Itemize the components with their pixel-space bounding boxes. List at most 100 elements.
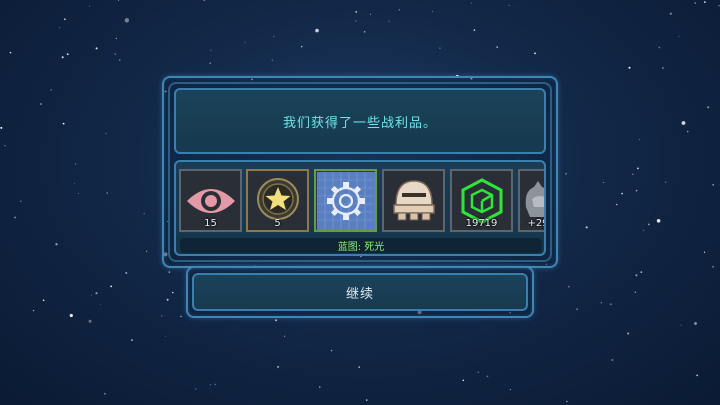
star	[209, 384, 211, 386]
crew-pod-icon	[392, 179, 435, 220]
star	[277, 365, 280, 368]
star	[275, 319, 278, 322]
star	[110, 285, 113, 288]
star	[366, 399, 368, 401]
star	[203, 0, 206, 1]
loot-message: 我们获得了一些战利品。	[282, 115, 437, 131]
star	[508, 4, 510, 6]
star	[95, 292, 98, 295]
star	[124, 18, 130, 23]
star	[640, 271, 643, 274]
star	[703, 251, 706, 253]
star	[656, 219, 661, 223]
star	[166, 298, 169, 301]
star	[95, 47, 98, 50]
star	[146, 250, 148, 252]
star	[534, 52, 536, 55]
reward-slot-blueprint[interactable]	[314, 169, 377, 232]
star	[180, 315, 182, 318]
star	[496, 46, 498, 48]
star	[635, 189, 638, 192]
star	[712, 265, 714, 268]
star	[165, 336, 166, 337]
star	[609, 303, 612, 306]
continue-button[interactable]: 继续	[192, 273, 528, 311]
star	[106, 192, 108, 194]
reward-panel: 15 5 19719 +2 蓝图: 死光	[174, 160, 546, 256]
selected-item-caption-bar: 蓝图: 死光	[180, 238, 542, 253]
star	[473, 29, 476, 31]
star	[0, 126, 3, 129]
star	[398, 9, 400, 11]
star	[477, 371, 479, 373]
star	[358, 366, 360, 368]
star	[432, 10, 434, 12]
star	[648, 223, 650, 226]
star	[678, 35, 680, 37]
star	[273, 36, 275, 38]
reward-count: 15	[204, 218, 217, 229]
star	[271, 59, 273, 61]
reward-slot-green-cube[interactable]: 19719	[450, 169, 513, 232]
star	[119, 59, 121, 61]
star	[355, 20, 357, 22]
star	[696, 374, 699, 377]
star	[634, 291, 637, 293]
star	[114, 53, 117, 55]
star	[64, 18, 66, 21]
star	[32, 310, 35, 312]
selected-item-caption: 蓝图: 死光	[337, 242, 385, 253]
star	[330, 349, 333, 352]
star	[603, 181, 605, 184]
reward-count: +29	[527, 218, 544, 229]
star	[611, 359, 614, 361]
star	[486, 375, 489, 378]
star	[319, 386, 321, 388]
reward-slot-ship[interactable]: +29	[518, 169, 544, 232]
reward-slot-eye[interactable]: 15	[179, 169, 242, 232]
star	[439, 47, 441, 49]
star	[627, 332, 630, 335]
star	[69, 313, 73, 318]
star	[50, 89, 52, 91]
star	[687, 130, 689, 133]
star	[284, 335, 286, 337]
star	[509, 388, 511, 391]
star	[131, 339, 133, 341]
star	[125, 272, 128, 274]
star	[300, 45, 303, 48]
eye-icon	[186, 188, 235, 213]
star	[78, 193, 79, 195]
star	[637, 167, 639, 170]
star	[73, 183, 75, 185]
star	[209, 62, 211, 64]
star	[210, 49, 212, 51]
star	[172, 291, 174, 294]
continue-button-label: 继续	[345, 286, 374, 302]
star	[600, 301, 603, 304]
star	[565, 172, 567, 175]
star	[4, 145, 6, 147]
star	[681, 121, 686, 125]
star	[694, 322, 697, 325]
star	[9, 51, 12, 54]
star	[61, 56, 64, 59]
star	[355, 11, 358, 13]
star	[388, 20, 390, 22]
star	[103, 392, 106, 395]
star	[363, 31, 366, 33]
star	[639, 138, 641, 141]
star	[105, 132, 107, 134]
reward-slot-star-medal[interactable]: 5	[246, 169, 309, 232]
star	[59, 27, 61, 29]
star	[704, 1, 706, 3]
star	[244, 41, 246, 43]
star	[712, 184, 714, 186]
star	[566, 400, 568, 403]
reward-count: 5	[274, 218, 281, 229]
reward-count: 19719	[465, 218, 498, 229]
reward-slot-crew-pod[interactable]	[382, 169, 445, 232]
star	[143, 213, 145, 215]
star	[632, 173, 634, 175]
blueprint-gear-icon	[316, 171, 375, 230]
